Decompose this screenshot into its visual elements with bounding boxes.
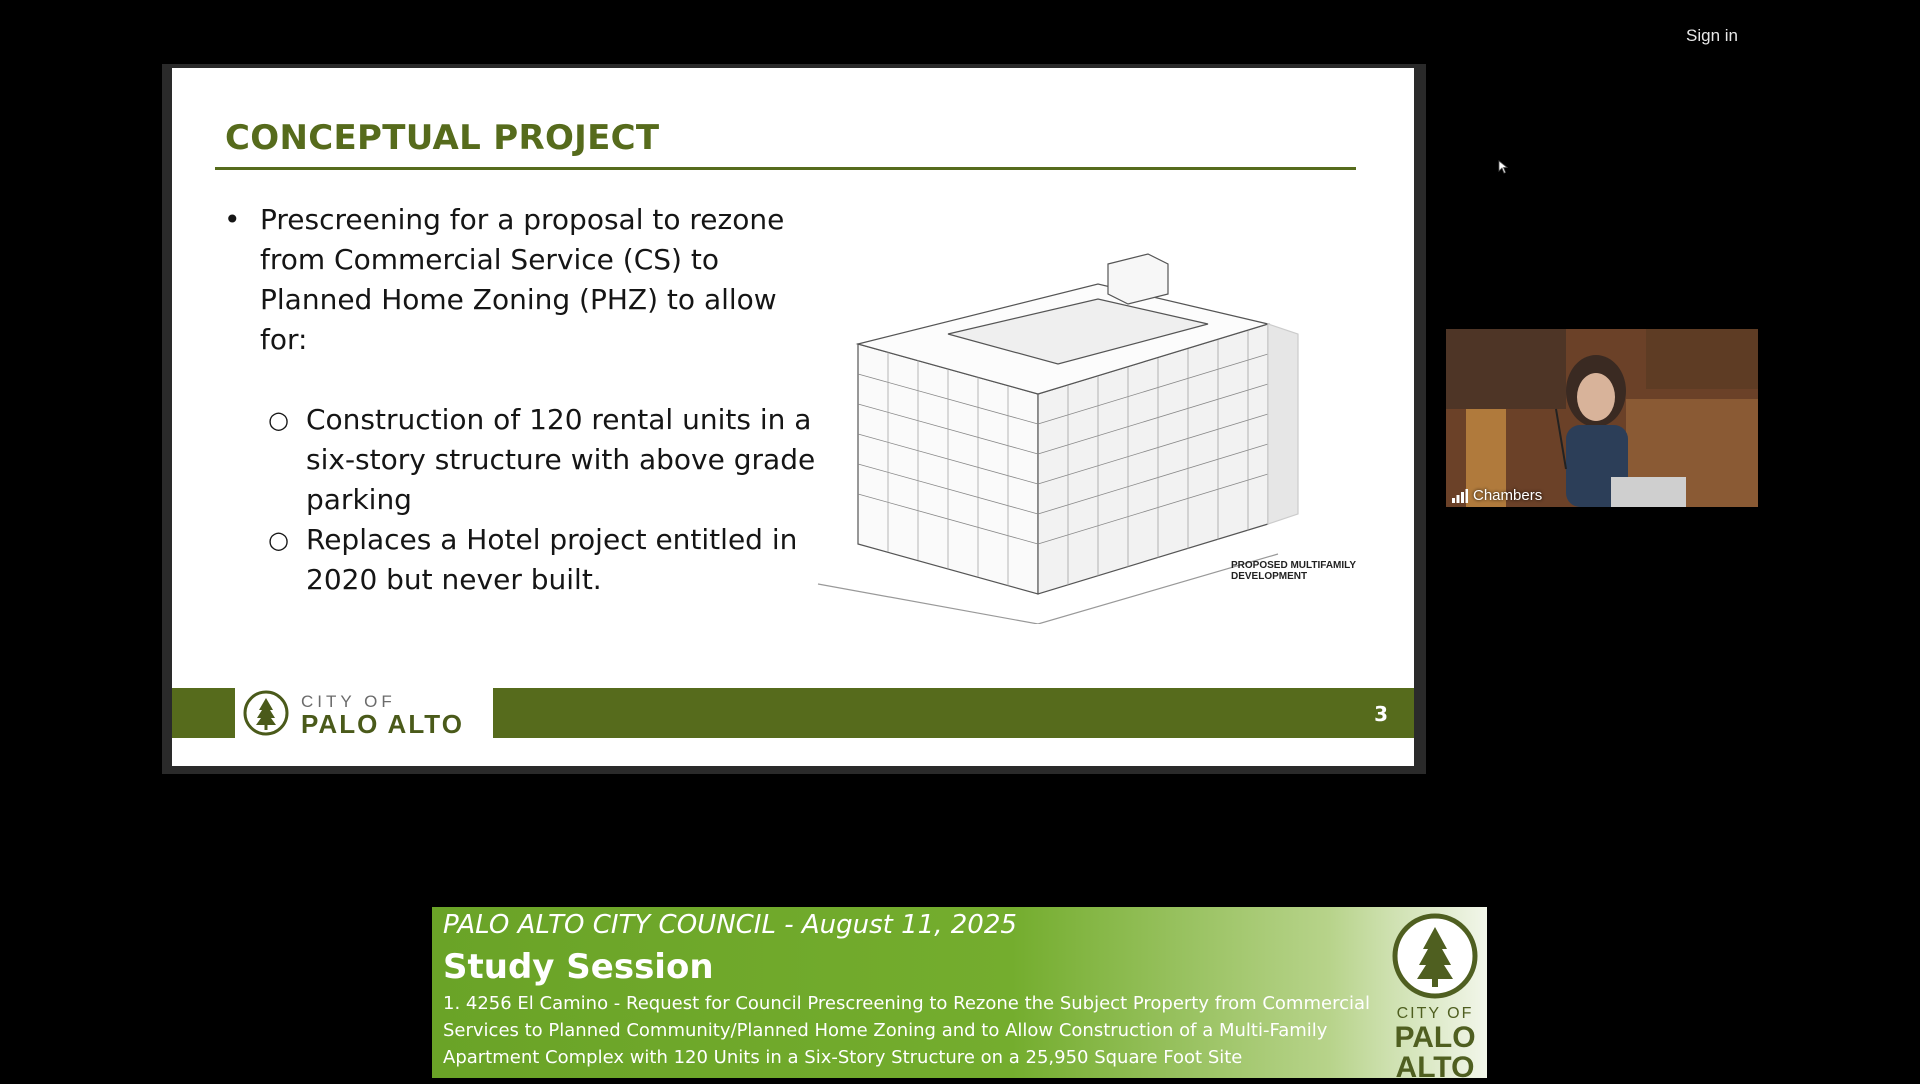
sub-bullet: ○ Construction of 120 rental units in a …: [222, 400, 832, 520]
main-bullet-text: Prescreening for a proposal to rezone fr…: [260, 203, 785, 356]
sub-bullet-text: Replaces a Hotel project entitled in 202…: [306, 523, 798, 596]
page-number: 3: [1374, 702, 1388, 726]
title-divider: [215, 167, 1356, 170]
signal-bars-icon: [1452, 488, 1468, 503]
slide-title: CONCEPTUAL PROJECT: [225, 118, 660, 158]
banner-logo-name-2: ALTO: [1395, 1051, 1475, 1084]
sign-in-link[interactable]: Sign in: [1686, 26, 1738, 46]
city-logo: CITY OF PALO ALTO: [235, 688, 493, 739]
rendering-caption: PROPOSED MULTIFAMILY DEVELOPMENT: [1231, 560, 1357, 582]
tree-emblem-icon: [243, 690, 289, 736]
meeting-banner: PALO ALTO CITY COUNCIL - August 11, 2025…: [432, 907, 1487, 1083]
slide-bullets: • Prescreening for a proposal to rezone …: [222, 200, 832, 600]
main-bullet: • Prescreening for a proposal to rezone …: [222, 200, 832, 360]
sub-bullet-text: Construction of 120 rental units in a si…: [306, 403, 816, 516]
banner-session-title: Study Session: [443, 947, 714, 987]
bullet-circle-icon: ○: [268, 406, 289, 434]
mouse-cursor-icon: [1498, 160, 1508, 174]
bullet-circle-icon: ○: [268, 526, 289, 554]
logo-name-text: PALO ALTO: [301, 709, 464, 739]
participant-video[interactable]: Chambers: [1446, 329, 1758, 507]
video-label-text: Chambers: [1473, 487, 1543, 504]
sub-bullet: ○ Replaces a Hotel project entitled in 2…: [222, 520, 832, 600]
banner-description: 1. 4256 El Camino - Request for Council …: [443, 993, 1371, 1068]
video-feed: [1446, 329, 1758, 507]
banner-city-logo: CITY OF PALO ALTO: [1388, 913, 1482, 1083]
banner-meeting-title: PALO ALTO CITY COUNCIL - August 11, 2025: [443, 910, 1017, 940]
tree-emblem-icon: [1392, 913, 1478, 999]
video-label: Chambers: [1452, 487, 1542, 504]
banner-logo-name-1: PALO: [1394, 1021, 1476, 1054]
bullet-dot-icon: •: [224, 203, 241, 236]
presentation-slide: CONCEPTUAL PROJECT • Prescreening for a …: [172, 68, 1508, 766]
